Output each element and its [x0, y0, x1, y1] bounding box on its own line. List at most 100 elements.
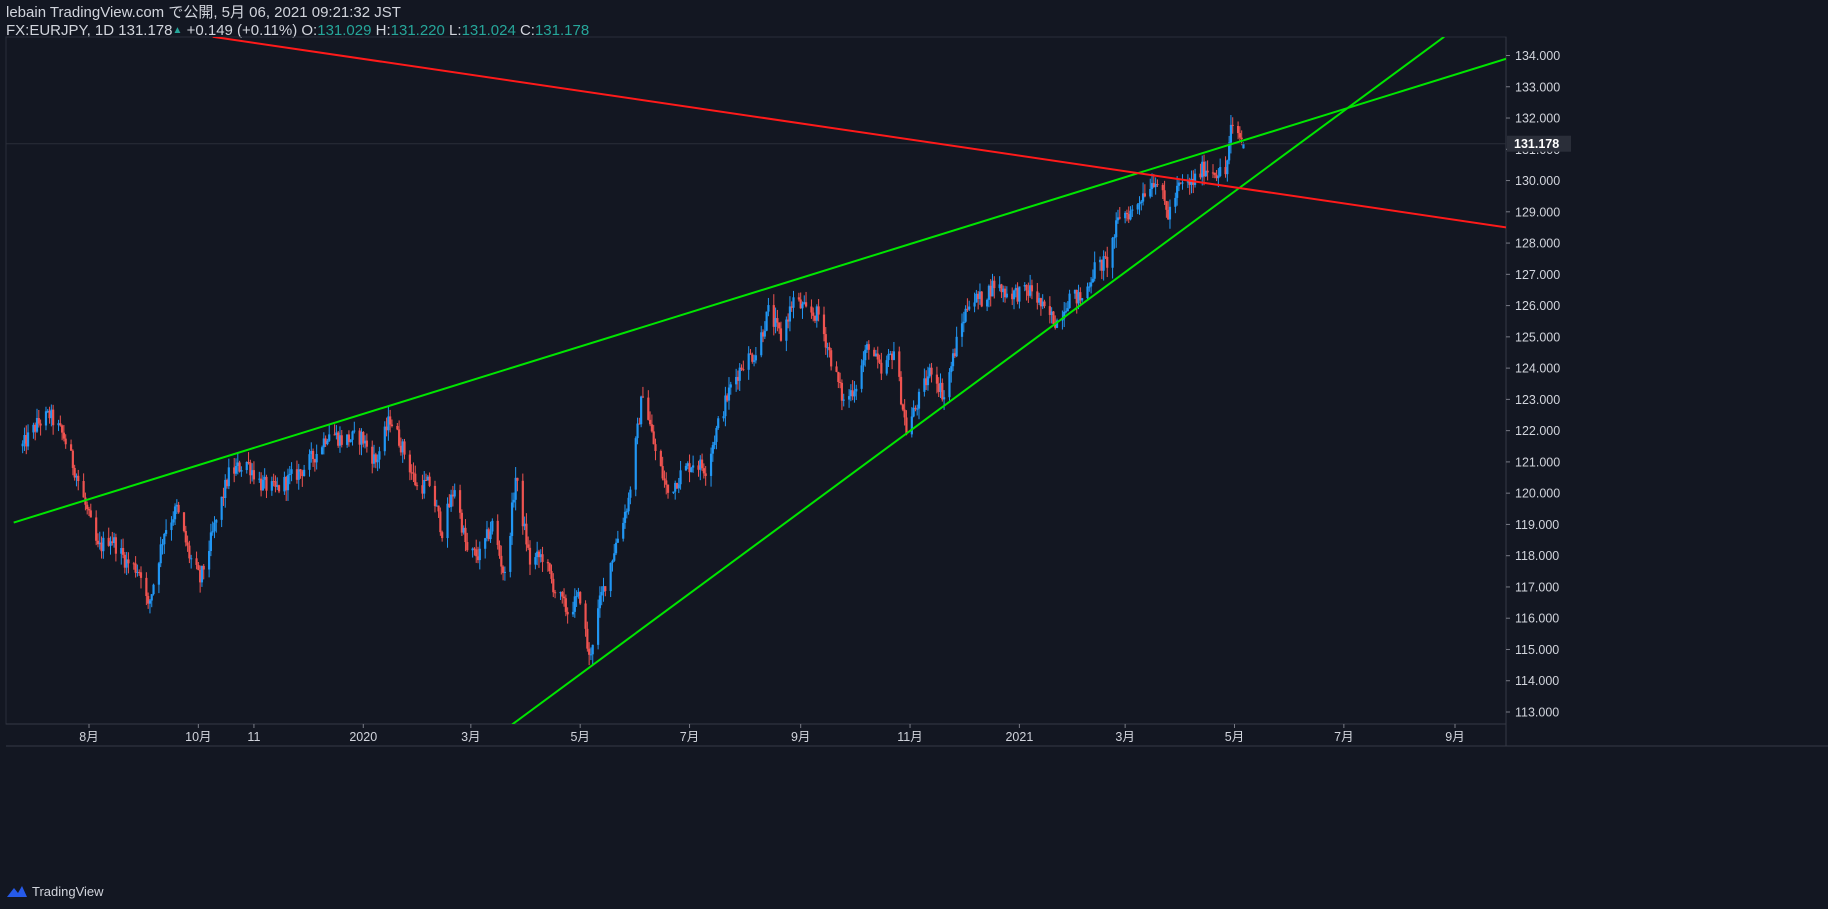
candle-body: [1163, 190, 1166, 201]
candle-body: [1219, 167, 1222, 176]
last-price-badge-label: 131.178: [1514, 137, 1559, 151]
time-axis[interactable]: 8月 10月 11 2020 3月 5月 7月 9月 11月 2021 3月 5月 7月 9月: [79, 724, 1465, 744]
price-tick-label: 124.000: [1515, 362, 1560, 376]
candle-body: [767, 305, 770, 312]
trendline-resistance[interactable]: [212, 37, 1543, 233]
candle-body: [901, 404, 904, 410]
candle-body: [1168, 206, 1172, 220]
candle-body: [121, 547, 125, 555]
price-tick-label: 115.000: [1515, 643, 1559, 657]
price-tick-label: 127.000: [1515, 268, 1560, 282]
trendline-upper[interactable]: [13, 47, 1543, 524]
candle-body: [1081, 298, 1084, 301]
candle-body: [828, 347, 831, 351]
candle-body: [788, 306, 792, 322]
candle-body: [1143, 193, 1146, 197]
candle-body: [765, 311, 768, 331]
price-tick-label: 130.000: [1515, 174, 1560, 188]
candle-body: [641, 396, 645, 398]
candle-body: [717, 418, 720, 428]
candle-body: [59, 423, 62, 426]
candle-body: [742, 369, 745, 371]
price-axis[interactable]: 113.000 114.000 115.000 116.000 117.000 118.0…: [1506, 49, 1571, 720]
candle-body: [299, 469, 302, 472]
candle-body: [164, 530, 168, 534]
candle-body: [860, 365, 863, 389]
candle-body: [188, 545, 191, 559]
candle-body: [650, 424, 653, 432]
candle-body: [1102, 256, 1105, 271]
candle-body: [962, 321, 965, 324]
candle-body: [665, 480, 668, 485]
candle-body: [729, 384, 732, 388]
candle-body: [21, 443, 24, 447]
price-tick-label: 125.000: [1515, 330, 1560, 344]
candle-body: [491, 520, 494, 532]
candle-body: [1093, 262, 1096, 279]
trendline-lower[interactable]: [511, 37, 1445, 725]
candle-body: [623, 511, 627, 523]
candle-body: [1068, 293, 1071, 309]
candle-body: [973, 302, 976, 307]
candle-body: [898, 351, 901, 377]
candle-body: [340, 435, 343, 445]
time-tick-label: 11月: [897, 730, 922, 744]
candle-body: [270, 481, 273, 491]
candle-body: [955, 336, 958, 357]
price-tick-label: 133.000: [1515, 80, 1560, 94]
candle-body: [1236, 125, 1240, 134]
candle-body: [830, 350, 833, 367]
candle-body: [1018, 286, 1021, 302]
candle-body: [512, 499, 515, 503]
candle-body: [414, 473, 417, 486]
candle-body: [779, 328, 783, 341]
candle-body: [528, 547, 532, 565]
candle-body: [145, 577, 148, 597]
candles-layer: [6, 114, 1506, 666]
candle-body: [690, 467, 693, 473]
candle-body: [562, 596, 566, 599]
candle-body: [234, 466, 238, 474]
candle-body: [785, 319, 788, 341]
candle-body: [398, 429, 401, 446]
trendlines-layer[interactable]: [13, 37, 1543, 725]
candle-body: [552, 578, 555, 593]
candle-body: [1140, 201, 1143, 204]
candle-body: [252, 470, 256, 480]
candle-body: [855, 388, 858, 392]
price-tick-label: 118.000: [1515, 549, 1559, 563]
candle-body: [727, 387, 731, 401]
candle-body: [514, 477, 517, 500]
candle-body: [948, 372, 951, 398]
candle-body: [629, 489, 632, 498]
candle-body: [163, 533, 166, 545]
candle-body: [277, 485, 281, 492]
candle-body: [190, 558, 193, 560]
candle-body: [776, 318, 779, 323]
candle-body: [521, 480, 524, 527]
candle-body: [1238, 133, 1241, 138]
tradingview-logo-icon: [7, 886, 27, 897]
candle-body: [597, 608, 600, 645]
price-tick-label: 117.000: [1515, 580, 1559, 594]
candle-body: [446, 503, 449, 539]
price-tick-label: 122.000: [1515, 424, 1560, 438]
candle-body: [935, 374, 939, 384]
candle-body: [213, 522, 216, 532]
candle-body: [747, 353, 750, 370]
candle-body: [173, 506, 177, 520]
candle-body: [867, 344, 870, 350]
candle-body: [885, 360, 888, 374]
candle-body: [389, 416, 392, 425]
candle-body: [441, 532, 444, 539]
candle-body: [286, 475, 290, 491]
candle-body: [1193, 173, 1197, 185]
candle-body: [648, 419, 652, 425]
candle-body: [378, 451, 381, 460]
candle-body: [704, 473, 707, 476]
price-chart[interactable]: 113.000 114.000 115.000 116.000 117.000 118.0…: [0, 0, 1828, 909]
price-tick-label: 113.000: [1515, 706, 1559, 720]
candle-body: [152, 584, 155, 595]
time-tick-label: 10月: [185, 730, 211, 744]
time-tick-label: 2020: [349, 730, 377, 744]
